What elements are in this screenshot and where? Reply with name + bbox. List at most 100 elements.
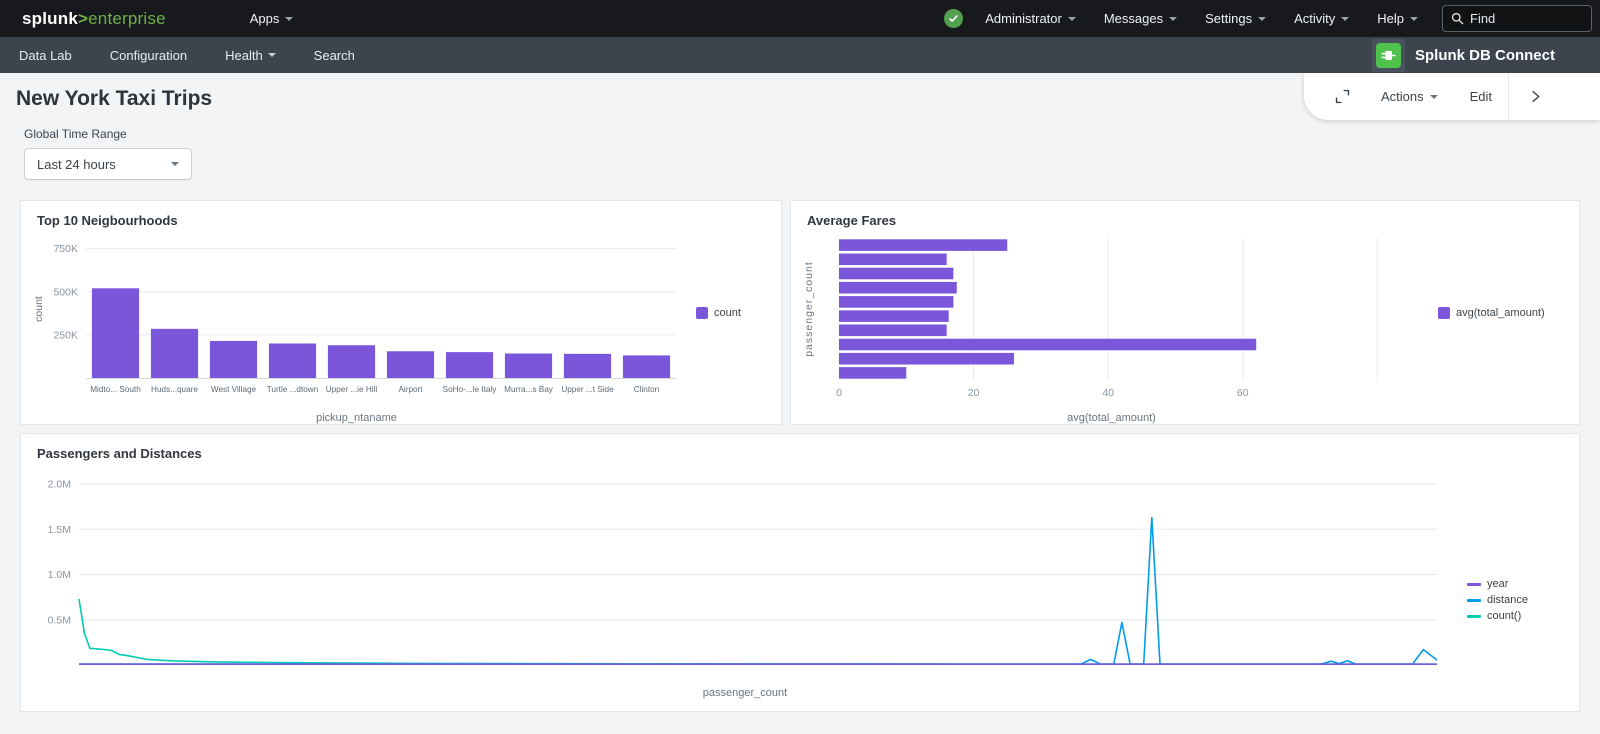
panel-title: Top 10 Neigbourhoods xyxy=(37,213,773,228)
logo-gt-text: > xyxy=(78,9,88,28)
menu-administrator-label: Administrator xyxy=(985,11,1062,26)
chart-svg: 0.5M1.0M1.5M2.0M xyxy=(29,465,1461,685)
bar[interactable] xyxy=(839,310,949,322)
legend-label: year xyxy=(1487,578,1508,590)
chevron-down-icon xyxy=(285,17,293,21)
menu-help-label: Help xyxy=(1377,11,1404,26)
nav-health-label: Health xyxy=(225,48,263,63)
apps-menu-label: Apps xyxy=(250,11,280,26)
logo-product-text: enterprise xyxy=(88,9,166,28)
x-tick-label: 40 xyxy=(1102,387,1114,399)
plug-icon xyxy=(1376,43,1401,68)
chevron-down-icon xyxy=(171,162,179,166)
chart-area: 0204060passenger_countavg(total_amount) xyxy=(799,232,1424,424)
actions-button[interactable]: Actions xyxy=(1365,73,1454,120)
nav-configuration[interactable]: Configuration xyxy=(91,37,206,73)
chevron-right-button[interactable] xyxy=(1509,73,1561,120)
edit-button[interactable]: Edit xyxy=(1454,73,1508,120)
x-tick-label: Upper ...t Side xyxy=(561,385,614,394)
legend-swatch xyxy=(1467,599,1481,602)
legend-swatch xyxy=(696,307,708,319)
bar[interactable] xyxy=(269,344,316,379)
legend-item[interactable]: avg(total_amount) xyxy=(1438,307,1545,319)
fullscreen-icon[interactable] xyxy=(1334,88,1351,105)
splunk-logo[interactable]: splunk>enterprise xyxy=(22,9,166,29)
series-line-count()[interactable] xyxy=(79,599,1437,664)
bar[interactable] xyxy=(839,254,947,266)
bar[interactable] xyxy=(839,367,906,379)
app-navbar: Data Lab Configuration Health Search Spl… xyxy=(0,37,1600,73)
bar[interactable] xyxy=(839,325,947,337)
db-connect-icon-tile xyxy=(1372,39,1405,72)
bar[interactable] xyxy=(839,239,1007,251)
y-tick-label: 0.5M xyxy=(48,614,71,626)
top-navbar: splunk>enterprise Apps Administrator Mes… xyxy=(0,0,1600,37)
chart-area: 250K500K750KMidto... SouthHuds...quareWe… xyxy=(29,232,684,424)
panels-grid: Top 10 Neigbourhoods 250K500K750KMidto..… xyxy=(20,200,1580,712)
y-tick-label: 1.5M xyxy=(48,524,71,536)
legend-item[interactable]: count xyxy=(696,307,741,319)
chevron-down-icon xyxy=(1068,17,1076,21)
time-range-value: Last 24 hours xyxy=(37,157,116,172)
search-icon xyxy=(1451,12,1464,25)
legend-label: count xyxy=(714,307,741,319)
y-axis-label: passenger_count xyxy=(803,261,815,357)
panel-passengers-distances: Passengers and Distances 0.5M1.0M1.5M2.0… xyxy=(20,433,1580,712)
bar[interactable] xyxy=(505,354,552,378)
chevron-down-icon xyxy=(268,53,276,57)
health-check-icon[interactable] xyxy=(944,9,963,28)
legend-item[interactable]: year xyxy=(1467,578,1528,590)
x-tick-label: SoHo-...le Italy xyxy=(443,385,498,394)
logo-splunk-text: splunk xyxy=(22,9,78,28)
menu-messages[interactable]: Messages xyxy=(1090,0,1191,37)
legend-item[interactable]: distance xyxy=(1467,594,1528,606)
bar[interactable] xyxy=(92,288,139,378)
x-tick-label: 60 xyxy=(1237,387,1249,399)
x-tick-label: Turtle ...dtown xyxy=(267,385,319,394)
bar[interactable] xyxy=(210,341,257,378)
menu-settings-label: Settings xyxy=(1205,11,1252,26)
bar[interactable] xyxy=(564,354,611,378)
dashboard-toolbar: Actions Edit xyxy=(1304,73,1600,120)
legend-item[interactable]: count() xyxy=(1467,610,1528,622)
nav-health[interactable]: Health xyxy=(206,37,295,73)
passengers-distances-line-chart: 0.5M1.0M1.5M2.0Mpassenger_countyeardista… xyxy=(29,465,1571,699)
bar[interactable] xyxy=(839,268,953,280)
menu-settings[interactable]: Settings xyxy=(1191,0,1280,37)
chart-svg: 250K500K750KMidto... SouthHuds...quareWe… xyxy=(29,232,684,410)
legend-swatch xyxy=(1467,615,1481,618)
chart-legend: count xyxy=(696,307,741,319)
chart-legend: year distance count() xyxy=(1467,578,1528,622)
nav-data-lab[interactable]: Data Lab xyxy=(0,37,91,73)
bar[interactable] xyxy=(328,345,375,378)
legend-label: avg(total_amount) xyxy=(1456,307,1545,319)
menu-help[interactable]: Help xyxy=(1363,0,1432,37)
time-range-select[interactable]: Last 24 hours xyxy=(24,148,192,180)
find-input[interactable] xyxy=(1470,11,1570,26)
average-fares-bar-chart: 0204060passenger_countavg(total_amount)a… xyxy=(799,232,1571,424)
bar[interactable] xyxy=(387,351,434,378)
chart-svg: 0204060passenger_count xyxy=(799,232,1424,410)
bar[interactable] xyxy=(839,339,1256,351)
global-time-range: Global Time Range Last 24 hours xyxy=(24,127,1600,180)
bar[interactable] xyxy=(839,353,1014,365)
apps-menu[interactable]: Apps xyxy=(236,0,308,37)
chart-legend: avg(total_amount) xyxy=(1438,307,1545,319)
nav-data-lab-label: Data Lab xyxy=(19,48,72,63)
nav-search[interactable]: Search xyxy=(295,37,374,73)
menu-activity[interactable]: Activity xyxy=(1280,0,1363,37)
bar[interactable] xyxy=(839,282,957,294)
y-tick-label: 250K xyxy=(53,329,78,341)
bar[interactable] xyxy=(446,352,493,378)
find-search[interactable] xyxy=(1442,5,1592,32)
actions-button-label: Actions xyxy=(1381,89,1424,104)
bar[interactable] xyxy=(151,329,198,378)
x-tick-label: Murra...s Bay xyxy=(504,385,554,394)
bar[interactable] xyxy=(623,355,670,378)
bar[interactable] xyxy=(839,296,953,308)
series-line-distance[interactable] xyxy=(79,518,1437,665)
check-icon xyxy=(948,13,959,24)
edit-button-label: Edit xyxy=(1470,89,1492,104)
nav-search-label: Search xyxy=(314,48,355,63)
menu-administrator[interactable]: Administrator xyxy=(971,0,1090,37)
